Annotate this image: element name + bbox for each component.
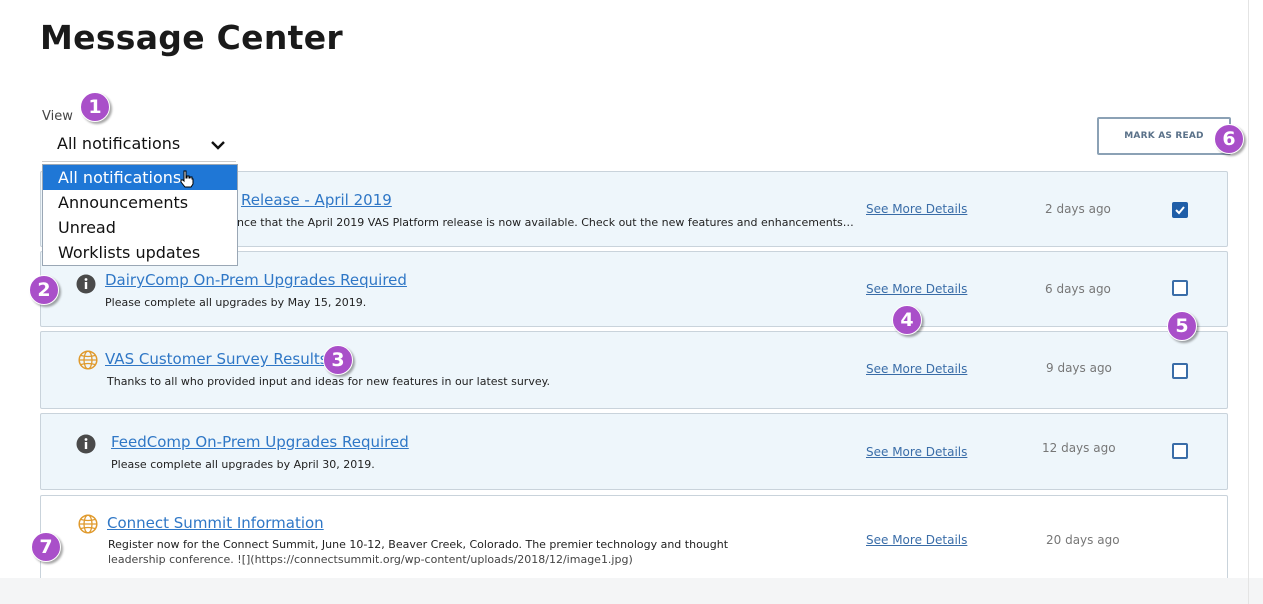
message-title-link[interactable]: Connect Summit Information bbox=[107, 514, 324, 532]
view-select[interactable]: All notifications bbox=[42, 131, 236, 162]
message-checkbox[interactable] bbox=[1172, 363, 1188, 379]
message-time: 6 days ago bbox=[1045, 282, 1111, 296]
globe-icon bbox=[78, 514, 98, 534]
message-description: Please complete all upgrades by April 30… bbox=[111, 458, 375, 471]
hand-cursor-icon bbox=[180, 170, 194, 188]
message-time: 12 days ago bbox=[1042, 441, 1116, 455]
view-select-value: All notifications bbox=[57, 134, 181, 153]
page-title: Message Center bbox=[40, 18, 343, 57]
callout-badge-3: 3 bbox=[323, 345, 353, 375]
message-title-link[interactable]: Release - April 2019 bbox=[241, 191, 392, 209]
message-time: 9 days ago bbox=[1046, 361, 1112, 375]
see-more-details-link[interactable]: See More Details bbox=[866, 282, 967, 296]
message-title-link[interactable]: VAS Customer Survey Results bbox=[105, 350, 328, 368]
view-label: View bbox=[42, 109, 73, 124]
see-more-details-link[interactable]: See More Details bbox=[866, 202, 967, 216]
message-description: Register now for the Connect Summit, Jun… bbox=[108, 538, 729, 551]
message-row: FeedComp On-Prem Upgrades Required Pleas… bbox=[40, 413, 1228, 490]
view-option-announcements[interactable]: Announcements bbox=[43, 190, 237, 215]
bottom-edge bbox=[0, 578, 1263, 604]
message-description: nce that the April 2019 VAS Platform rel… bbox=[237, 216, 854, 229]
callout-badge-4: 4 bbox=[892, 305, 922, 335]
callout-badge-6: 6 bbox=[1214, 124, 1244, 154]
message-time: 20 days ago bbox=[1046, 533, 1120, 547]
view-option-all-notifications[interactable]: All notifications bbox=[43, 165, 237, 190]
chevron-down-icon bbox=[211, 141, 225, 150]
scroll-rail bbox=[1248, 0, 1249, 604]
see-more-details-link[interactable]: See More Details bbox=[866, 362, 967, 376]
mark-as-read-button[interactable]: MARK AS READ bbox=[1097, 117, 1231, 155]
message-title-link[interactable]: DairyComp On-Prem Upgrades Required bbox=[105, 271, 407, 289]
message-description: Please complete all upgrades by May 15, … bbox=[105, 296, 367, 309]
view-option-worklists-updates[interactable]: Worklists updates bbox=[43, 240, 237, 265]
message-row: Connect Summit Information Register now … bbox=[40, 495, 1228, 580]
checkmark-icon bbox=[1175, 206, 1185, 215]
callout-badge-1: 1 bbox=[80, 92, 110, 122]
callout-badge-7: 7 bbox=[31, 532, 61, 562]
message-row: VAS Customer Survey Results Thanks to al… bbox=[40, 331, 1228, 409]
view-option-unread[interactable]: Unread bbox=[43, 215, 237, 240]
see-more-details-link[interactable]: See More Details bbox=[866, 533, 967, 547]
view-dropdown-menu: All notifications Announcements Unread W… bbox=[42, 164, 238, 266]
message-description-line2: leadership conference. ![](https://conne… bbox=[108, 553, 633, 566]
message-checkbox[interactable] bbox=[1172, 443, 1188, 459]
message-checkbox[interactable] bbox=[1172, 202, 1188, 218]
callout-badge-2: 2 bbox=[29, 275, 59, 305]
message-time: 2 days ago bbox=[1045, 202, 1111, 216]
globe-icon bbox=[78, 350, 98, 370]
callout-badge-5: 5 bbox=[1167, 311, 1197, 341]
message-description: Thanks to all who provided input and ide… bbox=[107, 375, 551, 388]
message-title-link[interactable]: FeedComp On-Prem Upgrades Required bbox=[111, 433, 409, 451]
info-icon bbox=[76, 434, 96, 454]
see-more-details-link[interactable]: See More Details bbox=[866, 445, 967, 459]
info-icon bbox=[76, 274, 96, 294]
message-checkbox[interactable] bbox=[1172, 280, 1188, 296]
